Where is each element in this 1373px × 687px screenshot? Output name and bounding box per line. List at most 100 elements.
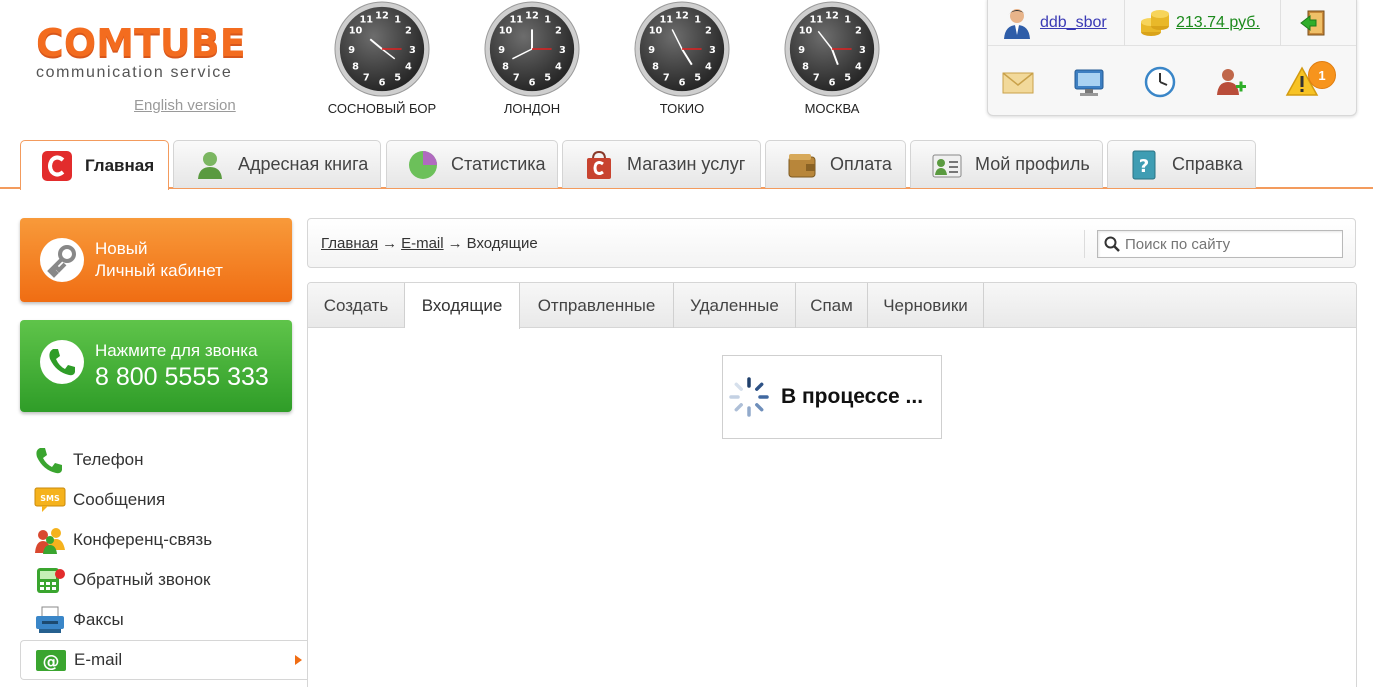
breadcrumb-current: Входящие [466, 235, 538, 252]
svg-text:1: 1 [394, 15, 401, 26]
search-input[interactable] [1125, 235, 1335, 253]
svg-text:3: 3 [559, 45, 566, 56]
svg-text:7: 7 [663, 72, 670, 83]
balance-link[interactable]: 213.74 руб. [1176, 14, 1260, 32]
svg-text:3: 3 [859, 45, 866, 56]
svg-text:12: 12 [525, 11, 539, 22]
fax-icon [36, 606, 64, 633]
tab-spam[interactable]: Спам [796, 283, 868, 328]
coins-icon [1141, 9, 1169, 36]
cabinet-line2: Личный кабинет [95, 261, 223, 280]
svg-text:2: 2 [555, 25, 562, 36]
tab-home[interactable]: Главная [20, 140, 169, 190]
menu-item-messages[interactable]: SMS Сообщения [20, 480, 308, 520]
new-cabinet-label: Новый Личный кабинет [95, 238, 223, 282]
menu-item-phone[interactable]: Телефон [20, 440, 308, 480]
cabinet-line1: Новый [95, 239, 148, 258]
service-menu: Телефон SMS Сообщения Конференц-связь Об… [20, 440, 308, 680]
english-version-link[interactable]: English version [134, 97, 236, 114]
menu-item-conference[interactable]: Конференц-связь [20, 520, 308, 560]
tab-profile[interactable]: Мой профиль [910, 140, 1103, 188]
svg-text:11: 11 [659, 15, 673, 26]
svg-text:2: 2 [855, 25, 862, 36]
breadcrumb-separator: → [382, 235, 398, 252]
breadcrumb: Главная → E-mail → Входящие [321, 235, 538, 252]
logo[interactable]: COMTUBE communication service [36, 24, 246, 82]
tab-payment[interactable]: Оплата [765, 140, 906, 188]
tab-sent[interactable]: Отправленные [520, 283, 674, 328]
svg-text:5: 5 [694, 72, 701, 83]
pie-chart-icon [409, 150, 437, 179]
svg-text:8: 8 [502, 62, 509, 73]
notification-badge[interactable]: 1 [1308, 61, 1336, 89]
clock-face-icon: 12 12 3 45678 9 1011 [334, 1, 430, 97]
svg-text:10: 10 [649, 25, 663, 36]
loading-indicator: В процессе ... [722, 355, 942, 439]
tab-help[interactable]: ? Справка [1107, 140, 1256, 188]
username-link[interactable]: ddb_sbor [1040, 14, 1107, 32]
menu-item-label: Факсы [73, 610, 124, 629]
page: COMTUBE communication service English ve… [0, 0, 1373, 687]
svg-text:11: 11 [359, 15, 373, 26]
svg-text:7: 7 [813, 72, 820, 83]
clock-city-label: МОСКВА [804, 101, 860, 116]
account-info-row: ddb_sbor 213.74 руб. [988, 0, 1356, 46]
account-panel: ddb_sbor 213.74 руб. 1 [987, 0, 1357, 116]
clock-city-label: ЛОНДОН [503, 101, 561, 116]
profile-card-icon [932, 154, 962, 177]
tab-shop[interactable]: Магазин услуг [562, 140, 761, 188]
svg-text:9: 9 [648, 45, 655, 56]
sms-icon: SMS [34, 487, 66, 512]
call-number: 8 800 5555 333 [95, 363, 269, 391]
clock-icon[interactable] [1143, 65, 1177, 99]
clock-moscow: 12 1 2 3 4 5 6 7 8 9 10 11 МОСКВА [772, 0, 892, 116]
breadcrumb-email-link[interactable]: E-mail [401, 235, 444, 252]
add-user-icon[interactable] [1214, 65, 1248, 99]
clock-sosnovy-bor: 12 1 2 3 4 5 6 7 8 9 10 11 СОСНОВЫЙ БОР [322, 0, 442, 116]
menu-item-fax[interactable]: Факсы [20, 600, 308, 640]
svg-text:10: 10 [349, 25, 363, 36]
svg-text:10: 10 [499, 25, 513, 36]
tab-address-book[interactable]: Адресная книга [173, 140, 381, 188]
mail-icon[interactable] [1001, 65, 1035, 99]
svg-text:3: 3 [709, 45, 716, 56]
menu-item-label: Сообщения [73, 490, 166, 509]
svg-text:6: 6 [829, 77, 836, 88]
menu-item-label: Обратный звонок [73, 570, 211, 589]
svg-text:?: ? [1139, 156, 1149, 177]
logout-door-icon[interactable] [1300, 9, 1326, 37]
site-search[interactable] [1097, 230, 1343, 258]
tab-deleted[interactable]: Удаленные [674, 283, 796, 328]
clock-face-icon: 12 12 3 45678 9 1011 [634, 1, 730, 97]
clock-face-icon: 12 12 3 45678 9 1011 [484, 1, 580, 97]
call-button[interactable]: Нажмите для звонка 8 800 5555 333 [20, 320, 292, 412]
tab-statistics[interactable]: Статистика [386, 140, 558, 188]
tab-inbox[interactable]: Входящие [405, 283, 520, 329]
svg-text:8: 8 [802, 62, 809, 73]
menu-item-email[interactable]: @ E-mail [20, 640, 308, 680]
menu-item-callback[interactable]: Обратный звонок [20, 560, 308, 600]
wallet-icon [788, 153, 816, 177]
svg-text:1: 1 [694, 15, 701, 26]
svg-text:12: 12 [825, 11, 839, 22]
breadcrumb-home-link[interactable]: Главная [321, 235, 378, 252]
svg-text:9: 9 [348, 45, 355, 56]
balance-cell: 213.74 руб. [1140, 0, 1260, 46]
tab-compose[interactable]: Создать [308, 283, 405, 328]
new-cabinet-button[interactable]: Новый Личный кабинет [20, 218, 292, 302]
tab-drafts[interactable]: Черновики [868, 283, 984, 328]
tab-label: Статистика [451, 154, 546, 174]
tab-label: Мой профиль [975, 154, 1090, 174]
tab-label: Главная [85, 155, 155, 175]
mail-tabs: Создать Входящие Отправленные Удаленные … [308, 283, 1356, 329]
svg-text:1: 1 [844, 15, 851, 26]
svg-text:6: 6 [679, 77, 686, 88]
svg-text:5: 5 [844, 72, 851, 83]
svg-text:7: 7 [363, 72, 370, 83]
divider [1124, 0, 1125, 46]
svg-text:9: 9 [798, 45, 805, 56]
divider [1280, 0, 1281, 46]
monitor-icon[interactable] [1072, 65, 1106, 99]
shopping-bag-icon [587, 150, 611, 179]
svg-text:1: 1 [544, 15, 551, 26]
